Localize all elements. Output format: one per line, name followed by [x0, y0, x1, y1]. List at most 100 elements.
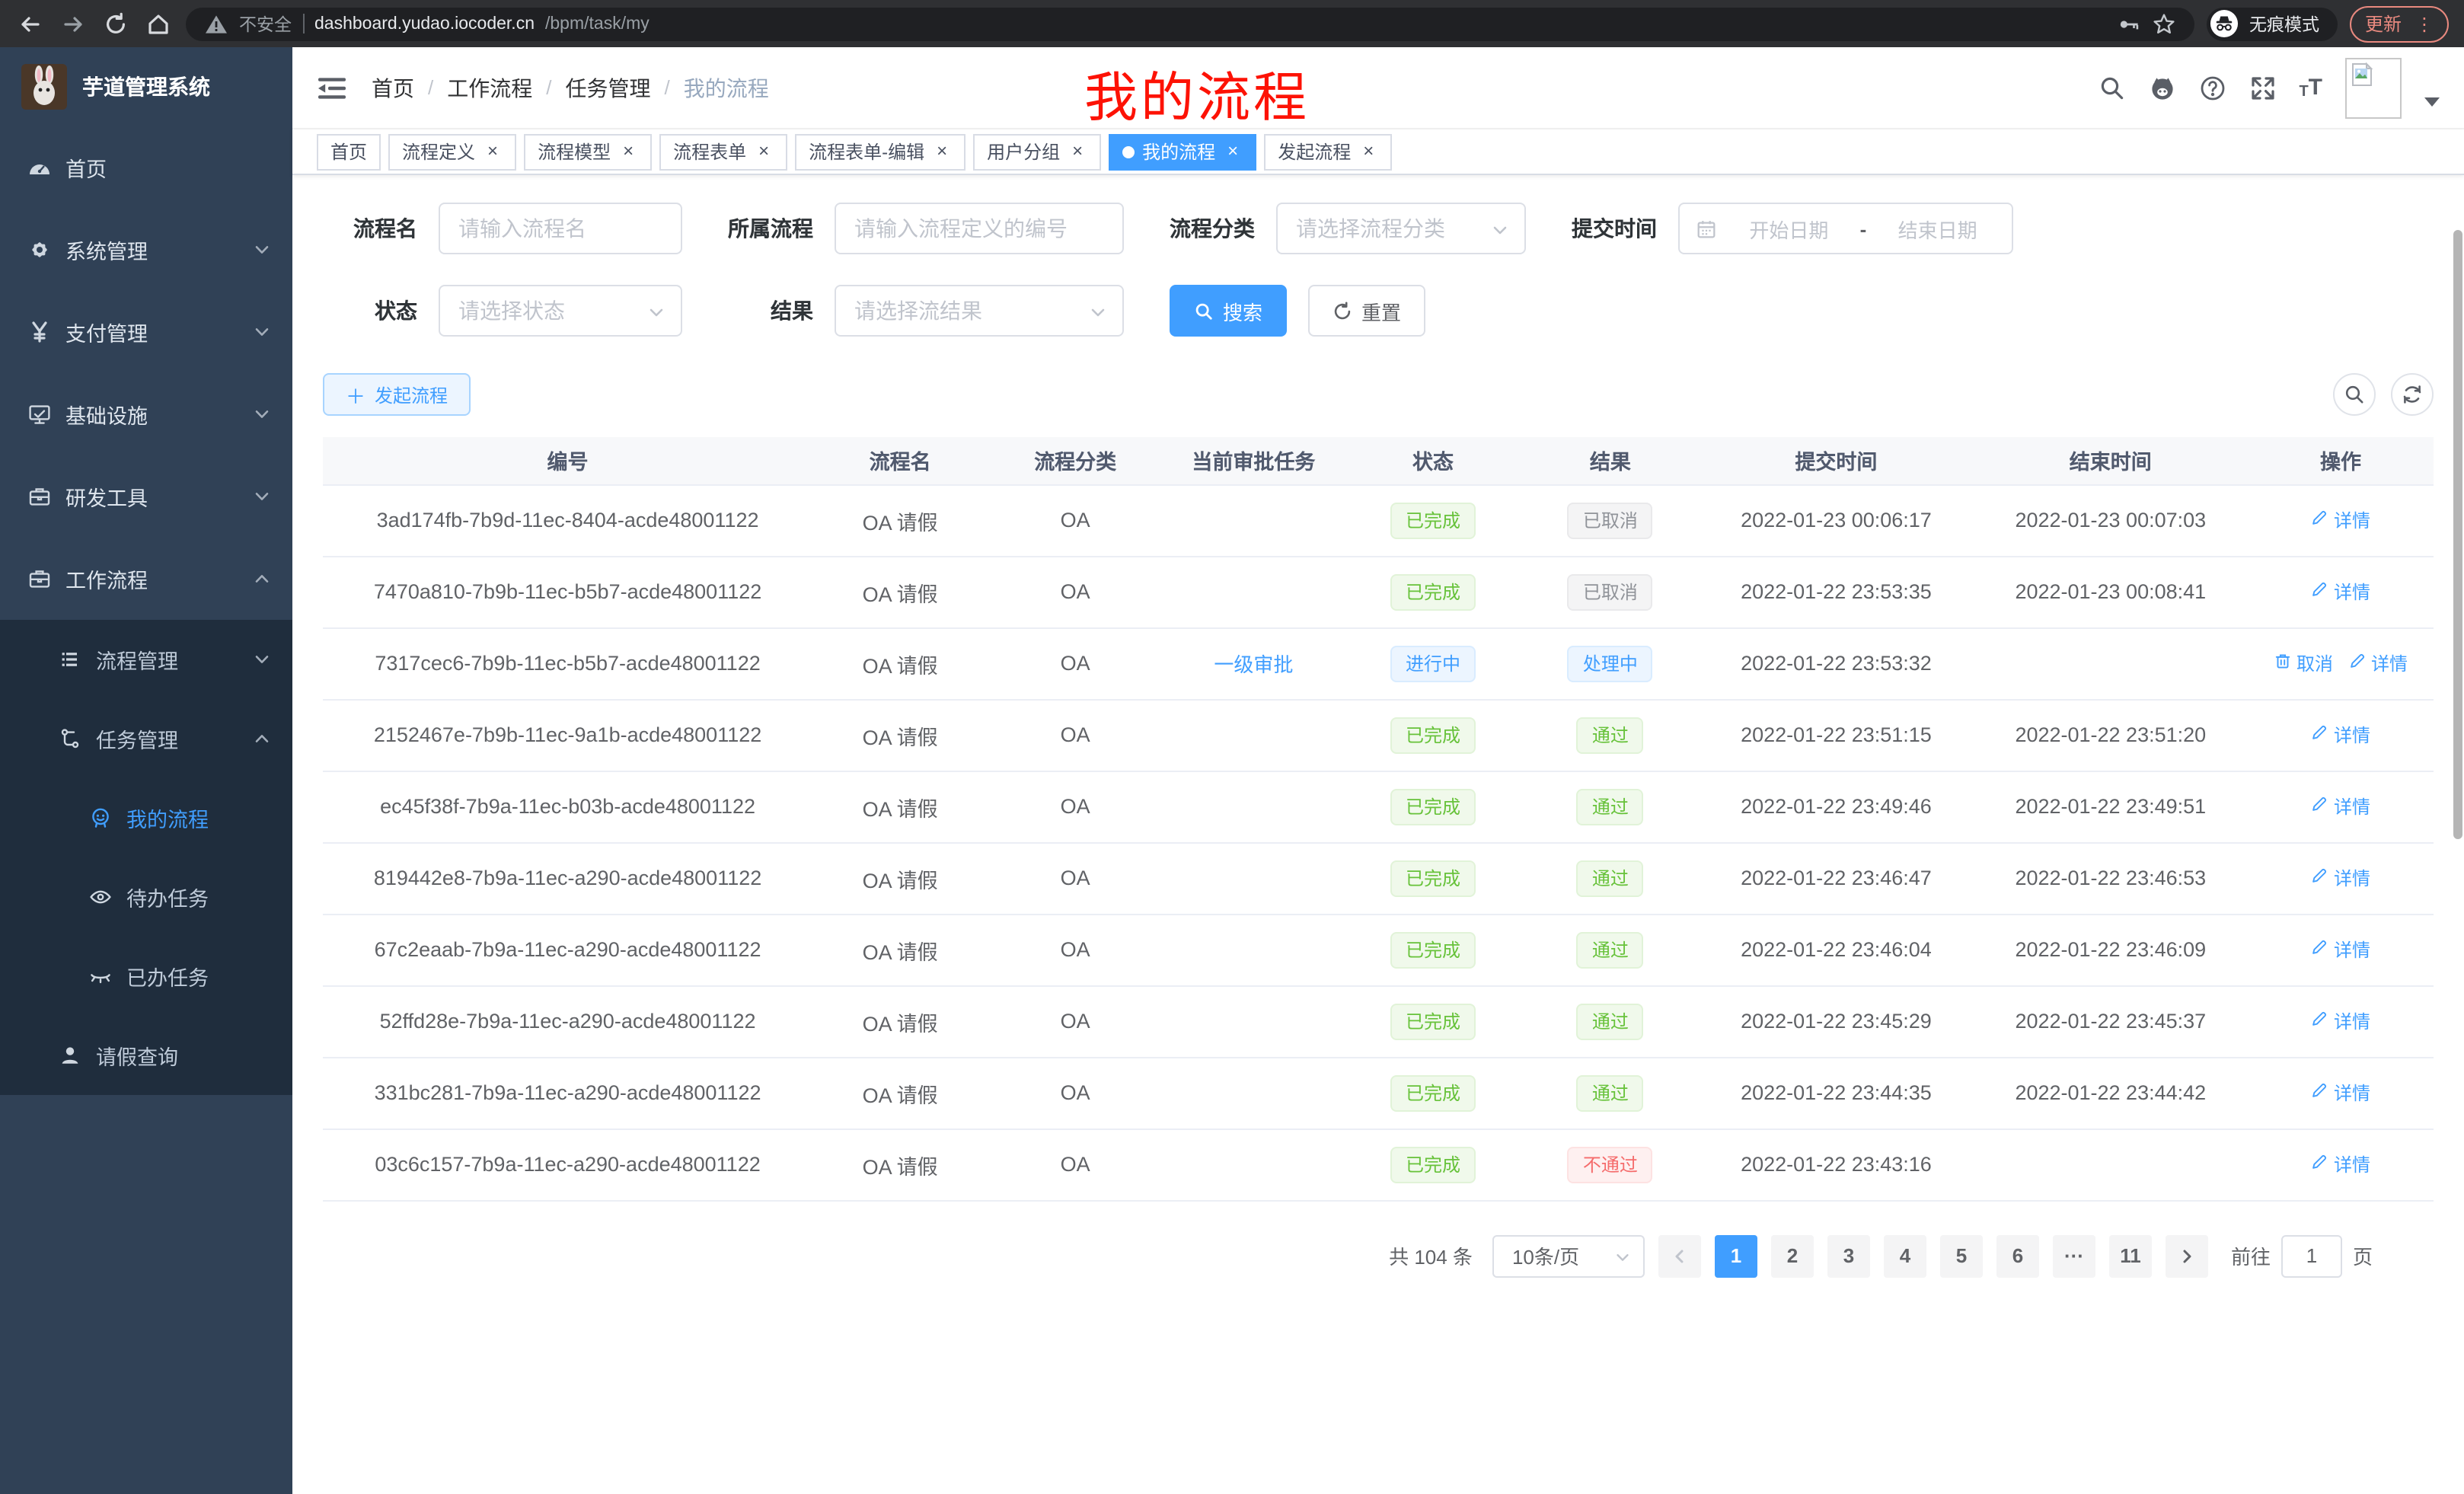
refresh-table-button[interactable] [2391, 373, 2434, 416]
detail-link-label: 详情 [2334, 1151, 2370, 1177]
detail-link[interactable]: 详情 [2348, 650, 2408, 676]
sidebar-item[interactable]: 工作流程 [0, 538, 292, 620]
help-icon[interactable] [2198, 74, 2226, 101]
sidebar-item[interactable]: 支付管理 [0, 291, 292, 373]
sidebar-item[interactable]: 任务管理 [0, 699, 292, 778]
more-pages-button[interactable]: ··· [2053, 1234, 2095, 1277]
tag-tab[interactable]: 流程模型× [524, 133, 652, 170]
breadcrumb-home[interactable]: 首页 [372, 72, 414, 103]
end-date-placeholder[interactable]: 结束日期 [1878, 214, 1996, 243]
sidebar-item[interactable]: 首页 [0, 126, 292, 209]
search-icon[interactable] [2098, 74, 2125, 101]
detail-link[interactable]: 详情 [2311, 865, 2370, 891]
start-date-placeholder[interactable]: 开始日期 [1730, 214, 1848, 243]
close-tab-icon[interactable]: × [483, 142, 503, 161]
next-page-button[interactable] [2166, 1234, 2208, 1277]
detail-link[interactable]: 详情 [2311, 937, 2370, 962]
status-badge: 进行中 [1390, 645, 1476, 682]
close-tab-icon[interactable]: × [1358, 142, 1378, 161]
font-size-icon[interactable]: TT [2299, 75, 2322, 101]
close-tab-icon[interactable]: × [618, 142, 638, 161]
tag-tab[interactable]: 首页 [317, 133, 381, 170]
reload-icon[interactable] [101, 8, 131, 39]
app-logo-row[interactable]: 芋道管理系统 [0, 47, 292, 126]
sidebar-item[interactable]: 流程管理 [0, 620, 292, 699]
current-task-link[interactable]: 一级审批 [1214, 653, 1293, 676]
goto-page-input[interactable] [2281, 1234, 2342, 1277]
home-icon[interactable] [143, 8, 174, 39]
github-icon[interactable] [2148, 74, 2175, 101]
sidebar-item[interactable]: 研发工具 [0, 455, 292, 538]
sidebar-item[interactable]: 已办任务 [0, 937, 292, 1016]
back-icon[interactable] [15, 8, 46, 39]
sidebar-item[interactable]: 待办任务 [0, 857, 292, 937]
date-range-picker[interactable]: 开始日期 - 结束日期 [1678, 203, 2013, 254]
detail-link[interactable]: 详情 [2311, 1008, 2370, 1034]
page-number-button[interactable]: 11 [2109, 1234, 2152, 1277]
gear-icon [27, 238, 52, 262]
page-number-button[interactable]: 6 [1996, 1234, 2039, 1277]
breadcrumb-workflow[interactable]: 工作流程 [447, 72, 532, 103]
page-number-button[interactable]: 1 [1715, 1234, 1757, 1277]
sidebar-item-label: 我的流程 [126, 803, 292, 833]
reset-button[interactable]: 重置 [1308, 285, 1425, 337]
tag-tab[interactable]: 我的流程× [1109, 133, 1256, 170]
close-tab-icon[interactable]: × [1068, 142, 1087, 161]
breadcrumb-task[interactable]: 任务管理 [566, 72, 651, 103]
password-key-icon[interactable] [2117, 11, 2141, 36]
close-tab-icon[interactable]: × [754, 142, 774, 161]
create-process-button[interactable]: ＋ 发起流程 [323, 373, 471, 416]
cancel-link[interactable]: 取消 [2274, 650, 2333, 676]
security-label[interactable]: 不安全 [239, 11, 292, 36]
browser-menu-icon[interactable]: ⋮ [2415, 14, 2434, 33]
forward-icon[interactable] [58, 8, 88, 39]
cell-status: 已完成 [1345, 699, 1522, 771]
filter-category-label: 流程分类 [1170, 213, 1255, 244]
detail-link[interactable]: 详情 [2311, 1151, 2370, 1177]
detail-link[interactable]: 详情 [2311, 722, 2370, 748]
tag-tab[interactable]: 流程表单-编辑× [795, 133, 965, 170]
page-number-button[interactable]: 2 [1771, 1234, 1814, 1277]
avatar-menu-caret[interactable] [2424, 97, 2440, 106]
sidebar-toggle-icon[interactable] [317, 72, 347, 103]
result-badge: 通过 [1577, 931, 1644, 968]
tag-tab[interactable]: 用户分组× [973, 133, 1101, 170]
show-search-button[interactable] [2333, 373, 2376, 416]
sidebar-item[interactable]: 我的流程 [0, 778, 292, 857]
tag-tab[interactable]: 发起流程× [1264, 133, 1392, 170]
prev-page-button[interactable] [1658, 1234, 1701, 1277]
avatar[interactable] [2345, 57, 2402, 118]
sidebar-item[interactable]: 请假查询 [0, 1016, 292, 1095]
tag-tab[interactable]: 流程表单× [659, 133, 787, 170]
breadcrumb: 首页 / 工作流程 / 任务管理 / 我的流程 [372, 72, 769, 103]
scrollbar-thumb[interactable] [2453, 230, 2462, 839]
status-select[interactable] [439, 285, 682, 337]
sidebar-item[interactable]: 基础设施 [0, 373, 292, 455]
column-header: 结果 [1521, 437, 1699, 484]
tag-tab[interactable]: 流程定义× [388, 133, 516, 170]
page-number-button[interactable]: 4 [1884, 1234, 1926, 1277]
close-tab-icon[interactable]: × [932, 142, 952, 161]
browser-toolbar: 不安全 dashboard.yudao.iocoder.cn/bpm/task/… [0, 0, 2464, 47]
fullscreen-icon[interactable] [2249, 74, 2276, 101]
detail-link[interactable]: 详情 [2311, 579, 2370, 605]
close-tab-icon[interactable]: × [1223, 142, 1243, 161]
address-bar[interactable]: 不安全 dashboard.yudao.iocoder.cn/bpm/task/… [186, 7, 2194, 40]
process-id-input[interactable] [836, 204, 1122, 253]
result-select[interactable] [835, 285, 1124, 337]
result-badge: 已取消 [1568, 573, 1653, 610]
sidebar-item[interactable]: 系统管理 [0, 209, 292, 291]
detail-link[interactable]: 详情 [2311, 793, 2370, 819]
detail-link[interactable]: 详情 [2311, 507, 2370, 533]
category-select[interactable] [1276, 203, 1526, 254]
update-label[interactable]: 更新 [2365, 11, 2402, 37]
page-size-select[interactable]: 10条/页 [1492, 1234, 1645, 1277]
search-button[interactable]: 搜索 [1170, 285, 1287, 337]
bookmark-star-icon[interactable] [2152, 11, 2176, 36]
update-button[interactable]: 更新 ⋮ [2350, 5, 2449, 42]
detail-link[interactable]: 详情 [2311, 1080, 2370, 1106]
detail-link-label: 详情 [2334, 937, 2370, 962]
page-number-button[interactable]: 5 [1940, 1234, 1983, 1277]
page-number-button[interactable]: 3 [1827, 1234, 1870, 1277]
process-name-input[interactable] [440, 204, 681, 253]
